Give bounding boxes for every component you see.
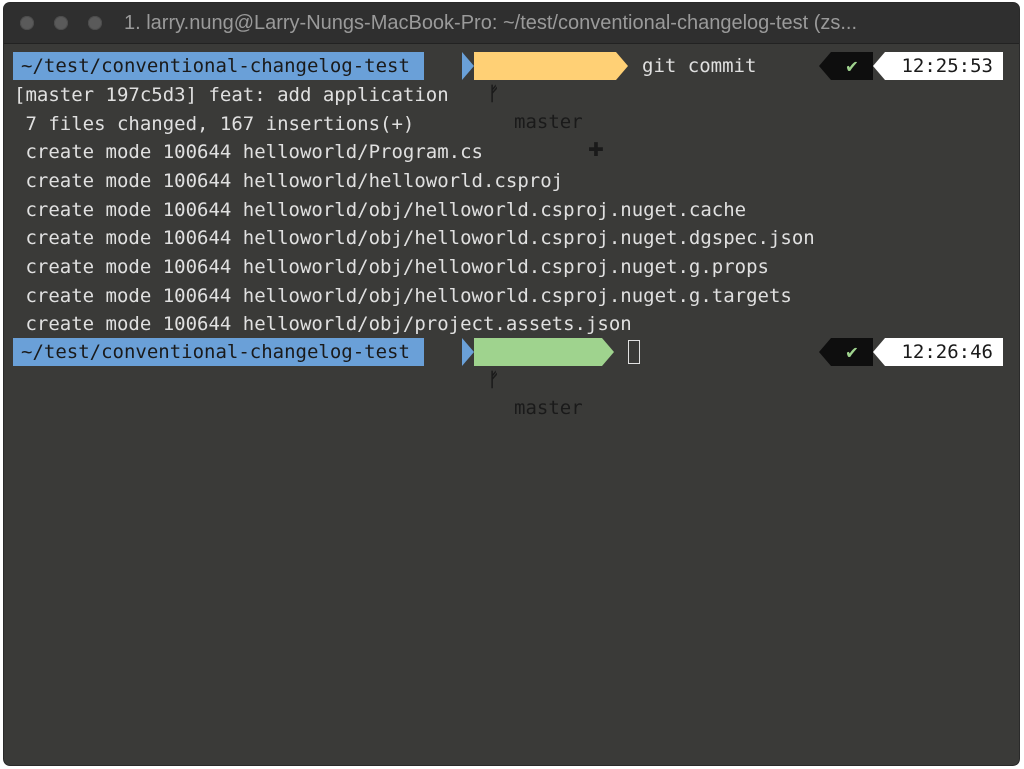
minimize-button[interactable] — [54, 16, 68, 30]
close-button[interactable] — [20, 16, 34, 30]
terminal-content[interactable]: ~/test/conventional-changelog-test ᚠ mas… — [4, 44, 1019, 765]
zoom-button[interactable] — [88, 16, 102, 30]
git-branch-icon: ᚠ — [488, 83, 500, 105]
typed-command: git commit — [642, 55, 757, 77]
exit-status-icon: ✔ — [831, 338, 873, 366]
staged-plus-icon: ✚ — [588, 139, 604, 161]
output-line: create mode 100644 helloworld/Program.cs — [14, 141, 483, 163]
text-cursor[interactable] — [628, 340, 640, 364]
status-arrow — [819, 338, 831, 366]
git-branch-icon: ᚠ — [488, 369, 500, 391]
output-line: create mode 100644 helloworld/obj/projec… — [14, 313, 632, 335]
prompt-time: 12:26:46 — [885, 338, 1003, 366]
prompt-path-segment: ~/test/conventional-changelog-test — [13, 338, 424, 366]
branch-arrow — [602, 338, 614, 366]
branch-name: master — [514, 111, 583, 133]
prompt-line-1: ~/test/conventional-changelog-test ᚠ mas… — [13, 52, 1013, 161]
time-arrow — [873, 338, 885, 366]
exit-status-icon: ✔ — [831, 52, 873, 80]
output-line: create mode 100644 helloworld/obj/hellow… — [14, 227, 815, 249]
output-line: create mode 100644 helloworld/obj/hellow… — [14, 285, 792, 307]
prompt-branch-segment: ᚠ master — [474, 338, 602, 419]
path-arrow — [462, 338, 474, 366]
output-line: create mode 100644 helloworld/obj/hellow… — [14, 199, 747, 221]
prompt-path-segment: ~/test/conventional-changelog-test — [13, 52, 424, 80]
window-title: 1. larry.nung@Larry-Nungs-MacBook-Pro: ~… — [124, 12, 858, 34]
prompt-time: 12:25:53 — [885, 52, 1003, 80]
branch-arrow — [616, 52, 628, 80]
output-line: create mode 100644 helloworld/obj/hellow… — [14, 256, 769, 278]
title-bar[interactable]: 1. larry.nung@Larry-Nungs-MacBook-Pro: ~… — [4, 3, 1019, 44]
output-line: [master 197c5d3] feat: add application — [14, 84, 449, 106]
branch-name: master — [514, 397, 583, 419]
status-arrow — [819, 52, 831, 80]
output-line: create mode 100644 helloworld/helloworld… — [14, 170, 564, 192]
prompt-branch-segment: ᚠ master ✚ — [474, 52, 616, 161]
terminal-window: 1. larry.nung@Larry-Nungs-MacBook-Pro: ~… — [4, 3, 1019, 765]
path-arrow — [462, 52, 474, 80]
prompt-line-2: ~/test/conventional-changelog-test ᚠ mas… — [13, 338, 1013, 419]
time-arrow — [873, 52, 885, 80]
output-line: 7 files changed, 167 insertions(+) — [14, 113, 415, 135]
